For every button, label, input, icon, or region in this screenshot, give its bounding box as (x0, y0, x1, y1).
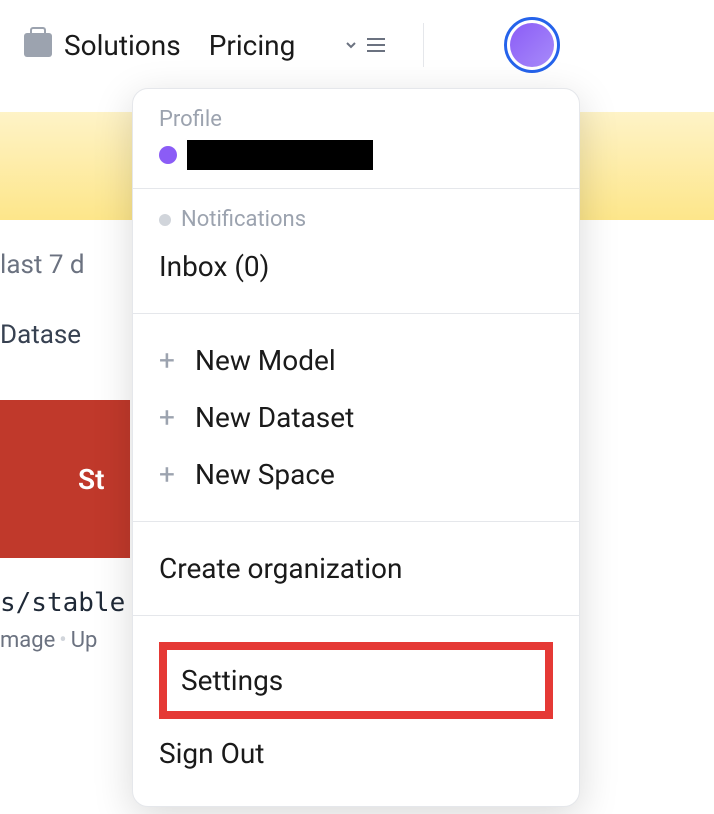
notifications-section: Notifications Inbox (0) (133, 189, 579, 314)
account-section: Settings Sign Out (133, 616, 579, 806)
avatar-gradient (510, 23, 554, 67)
create-section: New Model New Dataset New Space (133, 314, 579, 522)
red-card-text: St (78, 463, 105, 496)
org-section: Create organization (133, 522, 579, 616)
nav-pricing[interactable]: Pricing (209, 29, 296, 62)
new-space-label: New Space (195, 458, 335, 491)
nav-pricing-label: Pricing (209, 29, 296, 62)
profile-label: Profile (159, 107, 553, 132)
nav-solutions-label: Solutions (64, 29, 181, 62)
menu-lines-icon (365, 36, 387, 54)
notifications-header: Notifications (159, 207, 553, 232)
profile-row[interactable] (159, 140, 553, 170)
sign-out-label: Sign Out (159, 737, 264, 770)
new-model-item[interactable]: New Model (159, 332, 553, 389)
sign-out-item[interactable]: Sign Out (159, 725, 553, 782)
new-dataset-label: New Dataset (195, 401, 354, 434)
inbox-item[interactable]: Inbox (0) (159, 238, 553, 295)
notif-dot-icon (159, 214, 171, 226)
chevron-down-icon (343, 37, 359, 53)
top-nav: Solutions Pricing (0, 0, 714, 90)
nav-solutions[interactable]: Solutions (24, 29, 181, 62)
create-org-item[interactable]: Create organization (159, 540, 553, 597)
settings-label: Settings (181, 664, 283, 697)
briefcase-icon (24, 33, 52, 57)
username-redacted (187, 140, 373, 170)
profile-section: Profile (133, 89, 579, 189)
status-dot-icon (159, 146, 177, 164)
inbox-label: Inbox (0) (159, 250, 269, 283)
new-model-label: New Model (195, 344, 336, 377)
settings-highlight: Settings (159, 642, 553, 719)
settings-item[interactable]: Settings (167, 650, 545, 711)
red-card[interactable]: St (0, 400, 130, 558)
user-avatar[interactable] (504, 17, 560, 73)
new-dataset-item[interactable]: New Dataset (159, 389, 553, 446)
create-org-label: Create organization (159, 552, 402, 585)
nav-more-toggle[interactable] (343, 36, 387, 54)
nav-divider (423, 23, 424, 67)
user-dropdown-menu: Profile Notifications Inbox (0) New Mode… (132, 88, 580, 807)
notifications-label: Notifications (181, 207, 306, 232)
new-space-item[interactable]: New Space (159, 446, 553, 503)
